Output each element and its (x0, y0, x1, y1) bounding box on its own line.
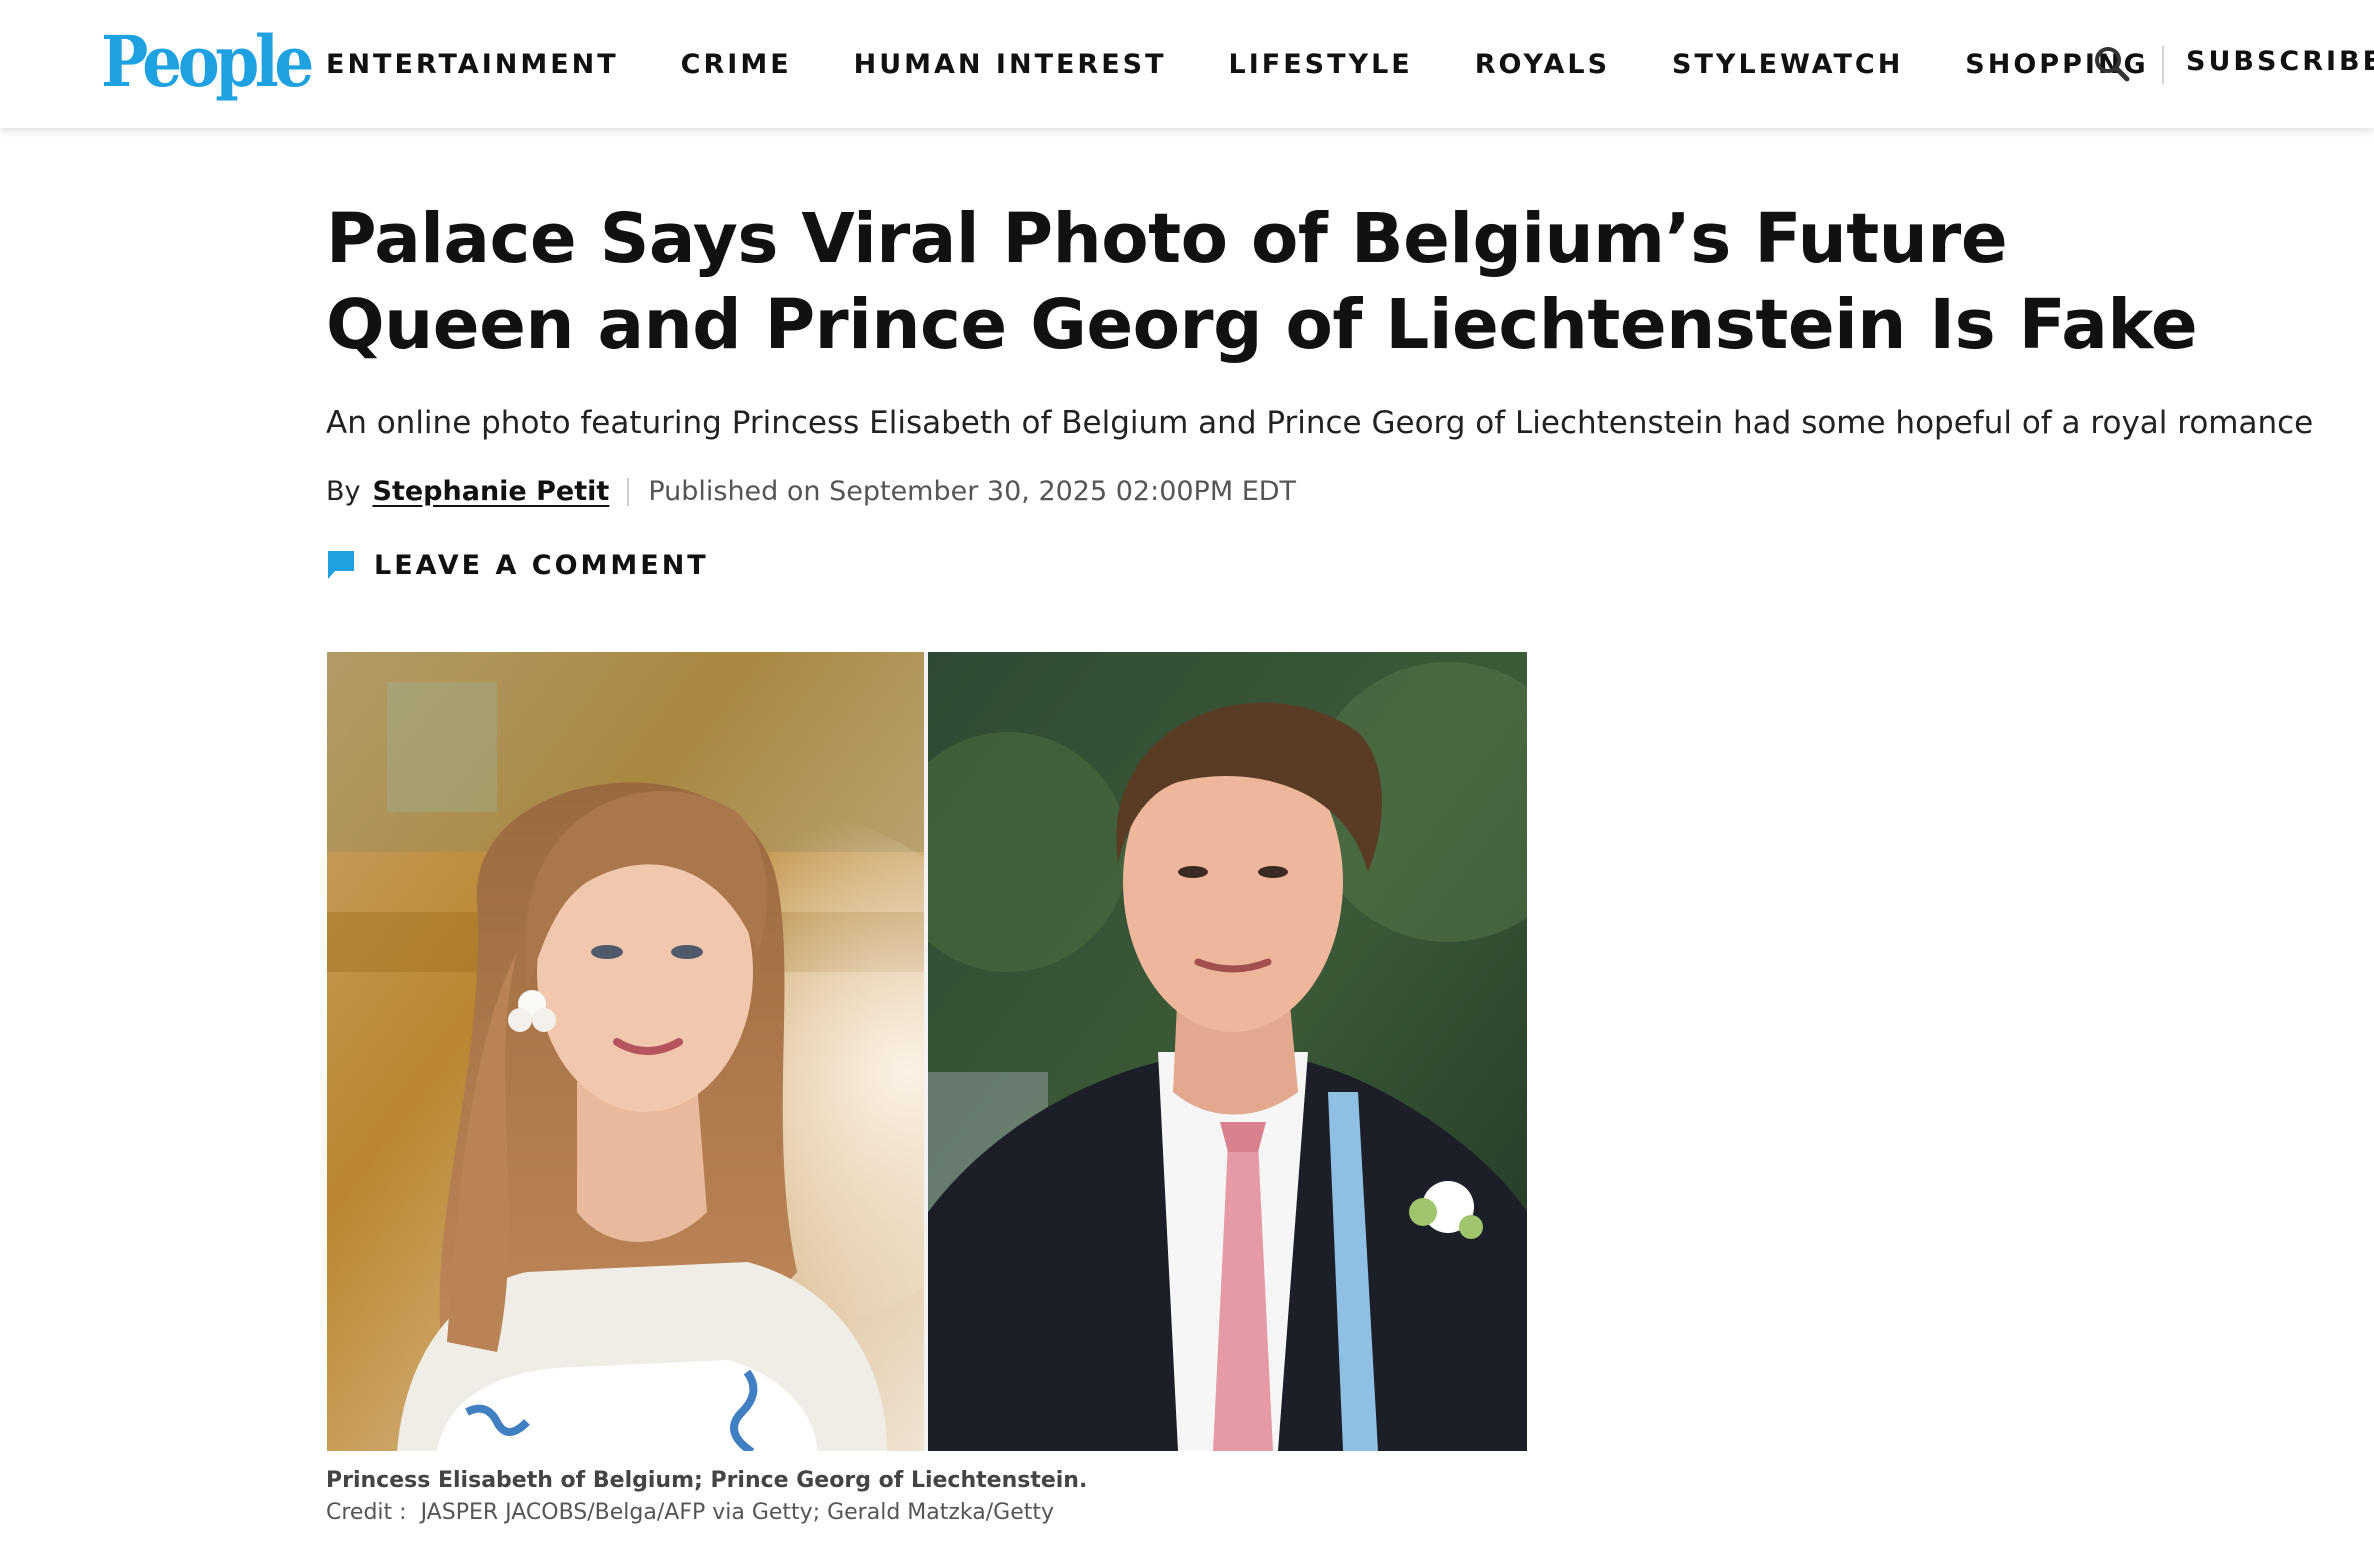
nav-item-stylewatch[interactable]: STYLEWATCH (1672, 49, 1903, 80)
people-logo[interactable]: People (101, 20, 333, 104)
article-headline: Palace Says Viral Photo of Belgium’s Fut… (326, 199, 2198, 365)
photo-prince-georg (928, 652, 1527, 1451)
comment-icon[interactable] (326, 548, 356, 582)
site-header: People ENTERTAINMENT CRIME HUMAN INTERES… (0, 0, 2374, 128)
credit-label: Credit : (326, 1500, 407, 1525)
byline-divider (627, 478, 630, 506)
nav-item-royals[interactable]: ROYALS (1475, 49, 1610, 80)
nav-item-crime[interactable]: CRIME (681, 49, 792, 80)
subscribe-link[interactable]: SUBSCRIBE (2186, 46, 2374, 77)
photo-princess-elisabeth (327, 652, 924, 1451)
header-divider (2162, 46, 2164, 84)
image-caption: Princess Elisabeth of Belgium; Prince Ge… (326, 1468, 1088, 1493)
credit-text: JASPER JACOBS/Belga/AFP via Getty; Geral… (420, 1500, 1055, 1525)
image-credit: Credit : JASPER JACOBS/Belga/AFP via Gett… (326, 1498, 1054, 1528)
nav-item-human-interest[interactable]: HUMAN INTEREST (854, 49, 1167, 80)
search-button[interactable] (2092, 44, 2132, 84)
byline-prefix: By (326, 476, 361, 507)
main-nav: ENTERTAINMENT CRIME HUMAN INTEREST LIFES… (326, 0, 2211, 128)
nav-item-lifestyle[interactable]: LIFESTYLE (1229, 49, 1413, 80)
article-dek: An online photo featuring Princess Elisa… (326, 405, 2314, 441)
leave-comment-link[interactable]: LEAVE A COMMENT (326, 548, 709, 582)
nav-item-entertainment[interactable]: ENTERTAINMENT (326, 49, 619, 80)
search-icon[interactable] (2092, 44, 2132, 84)
author-link[interactable]: Stephanie Petit (373, 472, 610, 512)
byline: By Stephanie Petit Published on Septembe… (326, 472, 1296, 512)
lead-image (327, 652, 1527, 1451)
leave-comment-label[interactable]: LEAVE A COMMENT (374, 550, 709, 581)
published-date: Published on September 30, 2025 02:00PM … (648, 476, 1297, 507)
logo-text[interactable]: People (101, 27, 314, 97)
